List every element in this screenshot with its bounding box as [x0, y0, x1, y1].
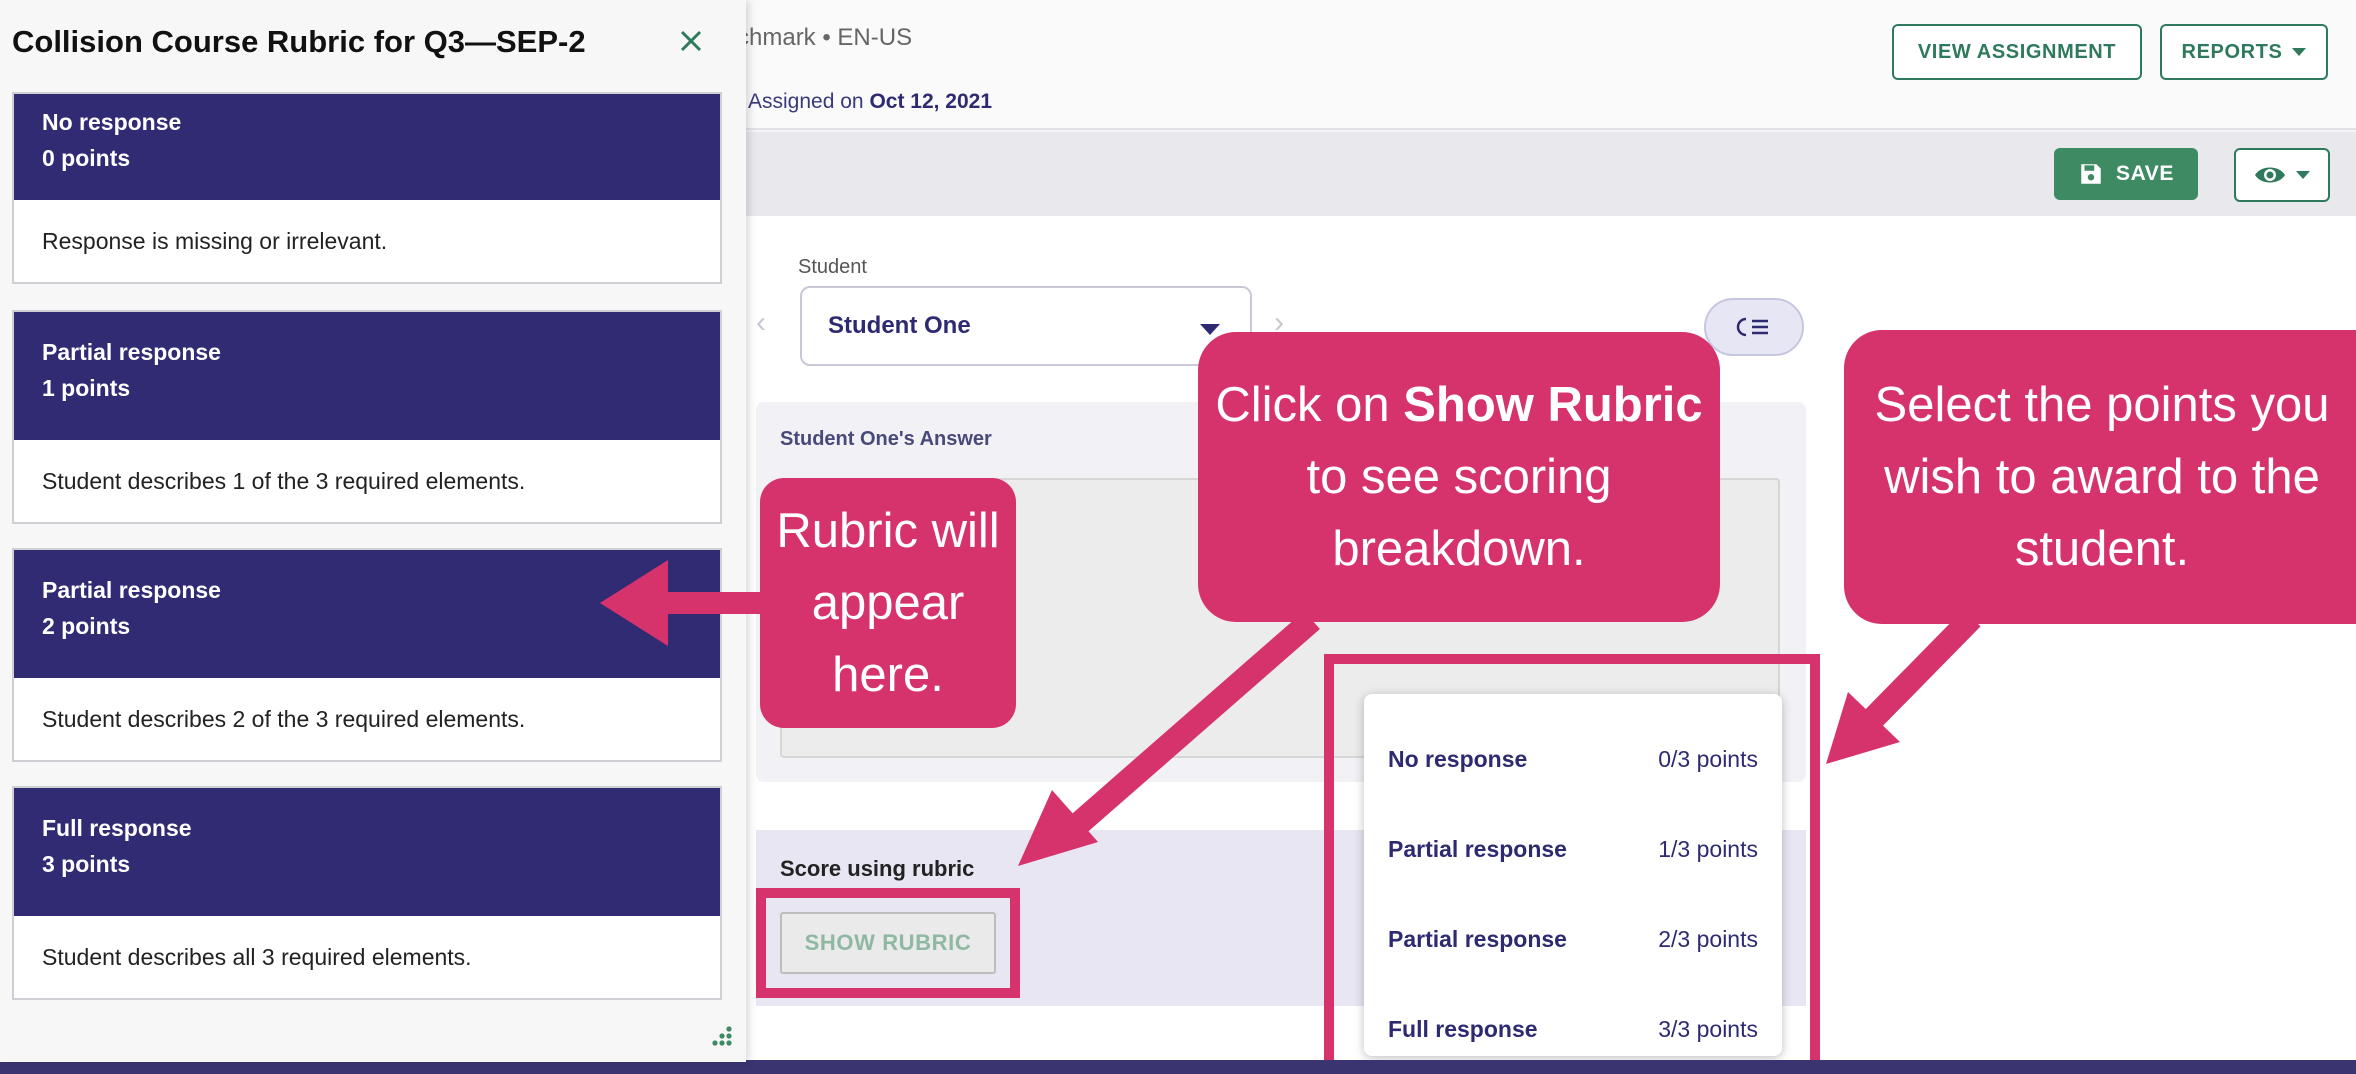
callout-show-rubric-bold: Show Rubric	[1403, 378, 1703, 432]
callout-select-points: Select the points you wish to award to t…	[1844, 330, 2356, 624]
arrow-down-left-icon	[1826, 609, 1981, 764]
arrow-left-icon	[600, 560, 768, 646]
callout-select-points-text: Select the points you wish to award to t…	[1874, 378, 2330, 576]
callout-show-rubric-prefix: Click on	[1215, 378, 1390, 432]
callout-rubric-appear-text: Rubric will appear here.	[776, 504, 1000, 702]
callout-show-rubric-suffix: to see scoring breakdown.	[1306, 450, 1612, 576]
callout-show-rubric-text: Click on Show Rubric to see scoring brea…	[1198, 369, 1720, 585]
callout-show-rubric: Click on Show Rubric to see scoring brea…	[1198, 332, 1720, 622]
callout-rubric-appear: Rubric will appear here.	[760, 478, 1016, 728]
arrow-down-left-icon	[1018, 610, 1320, 866]
